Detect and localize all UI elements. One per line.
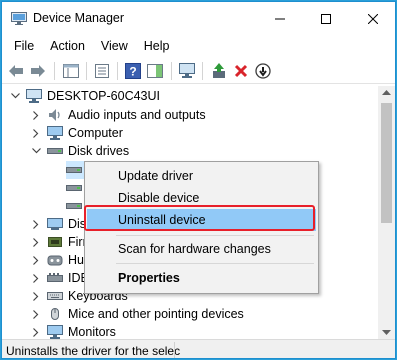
toolbar-separator xyxy=(171,62,172,80)
action-pane-button[interactable] xyxy=(145,61,165,81)
scroll-up-arrow-icon[interactable] xyxy=(382,88,391,97)
forward-arrow-icon xyxy=(31,65,45,77)
minimize-icon xyxy=(275,18,285,20)
tree-item-firmware[interactable]: Firr xyxy=(31,233,87,251)
menu-item-scan-hardware[interactable]: Scan for hardware changes xyxy=(87,238,316,260)
menu-file[interactable]: File xyxy=(6,36,42,57)
tree-item-mice[interactable]: Mice and other pointing devices xyxy=(31,305,244,323)
firmware-icon xyxy=(47,235,63,249)
computer-icon xyxy=(47,126,63,140)
tree-item-audio[interactable]: Audio inputs and outputs xyxy=(31,106,206,124)
menu-separator xyxy=(116,263,314,264)
chevron-right-icon[interactable] xyxy=(31,327,41,337)
maximize-icon xyxy=(321,14,331,24)
minimize-button[interactable] xyxy=(257,2,303,36)
tree-item-disk-drives[interactable]: Disk drives xyxy=(31,142,129,160)
monitor-icon xyxy=(47,325,63,339)
chevron-right-icon[interactable] xyxy=(31,110,41,120)
tree-root-label: DESKTOP-60C43UI xyxy=(47,89,161,103)
disk-drive-icon xyxy=(66,199,82,213)
chevron-right-icon[interactable] xyxy=(31,255,41,265)
forward-button[interactable] xyxy=(28,61,48,81)
update-driver-icon xyxy=(213,63,225,78)
device-manager-icon xyxy=(11,12,27,25)
help-icon: ? xyxy=(125,63,141,79)
scan-hardware-button[interactable] xyxy=(177,61,197,81)
scrollbar-thumb[interactable] xyxy=(381,103,392,223)
close-button[interactable] xyxy=(350,2,395,36)
title-bar: Device Manager xyxy=(2,2,395,36)
back-arrow-icon xyxy=(9,65,23,77)
tree-item-label: Disk drives xyxy=(68,144,130,158)
window-title: Device Manager xyxy=(33,11,125,25)
tree-item-monitors[interactable]: Monitors xyxy=(31,323,116,339)
tree-item-label: Hu xyxy=(68,253,84,267)
toolbar-separator xyxy=(54,62,55,80)
chevron-right-icon[interactable] xyxy=(31,273,41,283)
menu-item-properties[interactable]: Properties xyxy=(87,267,316,289)
down-arrow-circle-icon xyxy=(255,63,271,79)
toolbar: ? xyxy=(2,58,395,84)
toolbar-separator xyxy=(117,62,118,80)
menu-help[interactable]: Help xyxy=(136,36,178,57)
computer-icon xyxy=(26,89,42,103)
tree-item-label: Audio inputs and outputs xyxy=(68,108,206,122)
show-hide-console-tree-button[interactable] xyxy=(61,61,81,81)
tree-item-display-adapters[interactable]: Dis xyxy=(31,215,86,233)
menu-view[interactable]: View xyxy=(93,36,136,57)
maximize-button[interactable] xyxy=(303,2,349,36)
svg-text:?: ? xyxy=(129,65,136,79)
menu-item-update-driver[interactable]: Update driver xyxy=(87,165,316,187)
display-adapter-icon xyxy=(47,217,63,231)
scroll-down-arrow-icon[interactable] xyxy=(382,328,391,337)
menu-bar: File Action View Help xyxy=(2,36,395,57)
annotation-highlight-box xyxy=(84,205,315,231)
tree-item-label: Mice and other pointing devices xyxy=(68,307,244,321)
enable-device-button[interactable] xyxy=(253,61,273,81)
status-text: Uninstalls the driver for the selec xyxy=(6,344,181,358)
status-bar: Uninstalls the driver for the selec xyxy=(2,339,395,358)
chevron-down-icon[interactable] xyxy=(10,91,20,101)
properties-icon xyxy=(95,64,109,78)
action-pane-icon xyxy=(147,64,163,78)
mouse-icon xyxy=(47,307,63,321)
toolbar-separator xyxy=(86,62,87,80)
console-tree-icon xyxy=(63,64,79,78)
menu-separator xyxy=(116,235,314,236)
disk-drive-icon xyxy=(66,181,82,195)
tree-item-computer[interactable]: Computer xyxy=(31,124,123,142)
properties-button[interactable] xyxy=(92,61,112,81)
status-divider xyxy=(174,342,175,358)
update-driver-button[interactable] xyxy=(209,61,229,81)
chevron-down-icon[interactable] xyxy=(31,146,41,156)
tree-item-label: Monitors xyxy=(68,325,116,339)
chevron-right-icon[interactable] xyxy=(31,309,41,319)
tree-item-ide[interactable]: IDE xyxy=(31,269,89,287)
chevron-right-icon[interactable] xyxy=(31,291,41,301)
back-button[interactable] xyxy=(6,61,26,81)
hid-icon xyxy=(47,253,63,267)
close-icon xyxy=(368,14,378,24)
tree-item-human-interface[interactable]: Hu xyxy=(31,251,84,269)
disk-drive-icon xyxy=(66,163,82,177)
chevron-right-icon[interactable] xyxy=(31,128,41,138)
tree-item-label: Computer xyxy=(68,126,123,140)
menu-action[interactable]: Action xyxy=(42,36,93,57)
chevron-right-icon[interactable] xyxy=(31,219,41,229)
keyboard-icon xyxy=(47,289,63,303)
toolbar-separator xyxy=(202,62,203,80)
chevron-right-icon[interactable] xyxy=(31,237,41,247)
speaker-icon xyxy=(47,108,63,122)
tree-root[interactable]: DESKTOP-60C43UI xyxy=(10,87,160,105)
help-button[interactable]: ? xyxy=(123,61,143,81)
disk-drive-icon xyxy=(47,144,63,158)
red-x-icon xyxy=(234,64,248,78)
vertical-scrollbar[interactable] xyxy=(378,86,395,339)
monitor-scan-icon xyxy=(179,63,195,78)
uninstall-button[interactable] xyxy=(231,61,251,81)
ide-controller-icon xyxy=(47,271,63,285)
